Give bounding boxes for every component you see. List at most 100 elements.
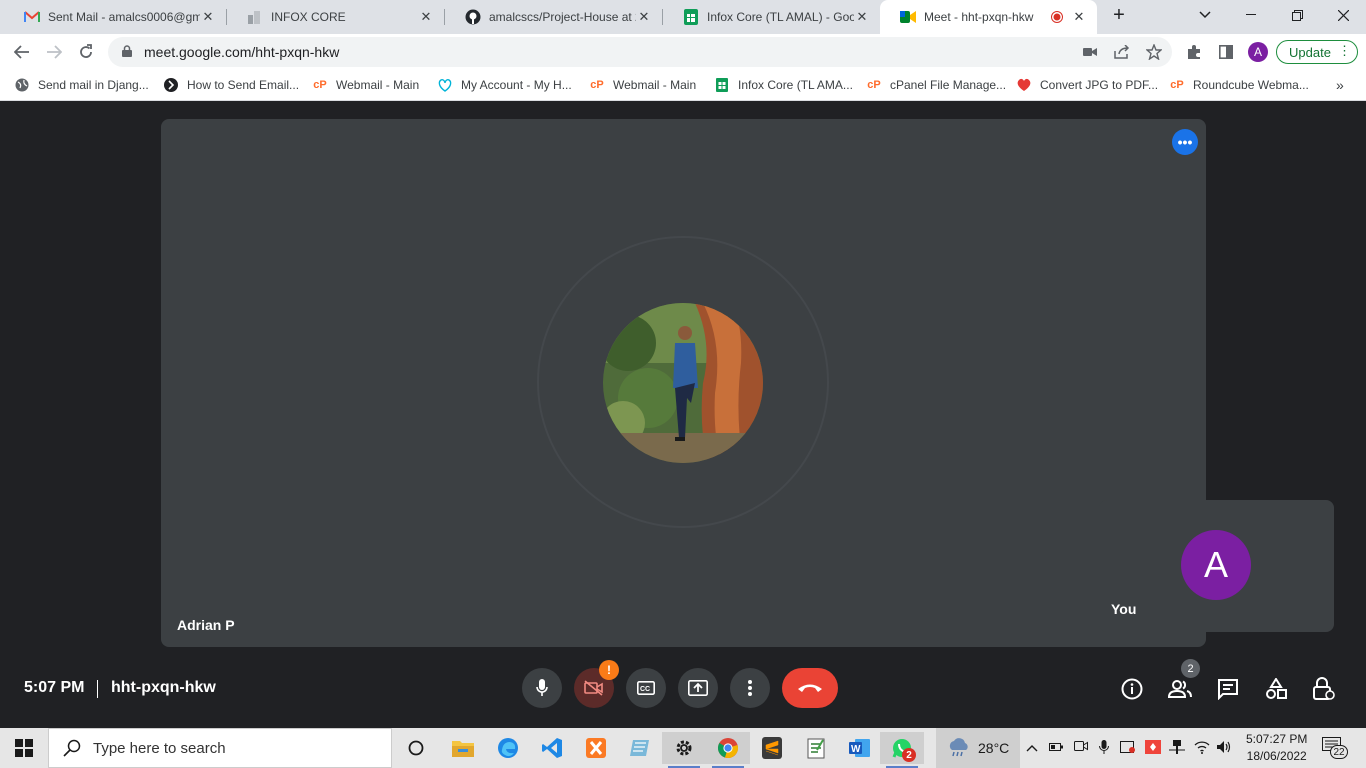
forward-button[interactable] — [42, 40, 66, 64]
weather-temp: 28°C — [978, 740, 1010, 756]
participant-avatar — [603, 303, 763, 463]
heart-icon — [1016, 77, 1032, 93]
edge-browser-icon[interactable] — [486, 732, 530, 764]
notepad-icon[interactable] — [794, 732, 838, 764]
chevron-up-icon[interactable] — [1026, 740, 1038, 755]
whatsapp-icon[interactable]: 2 — [880, 732, 924, 768]
share-icon[interactable] — [1112, 42, 1132, 62]
present-screen-button[interactable] — [678, 668, 718, 708]
more-options-button[interactable] — [730, 668, 770, 708]
reload-button[interactable] — [74, 40, 98, 64]
tab-title: Meet - hht-pxqn-hkw — [924, 10, 1034, 24]
meeting-details-icon[interactable] — [1118, 675, 1146, 703]
bookmark-item[interactable]: cP Webmail - Main — [312, 76, 419, 94]
screen-record-icon[interactable] — [1120, 740, 1136, 757]
xampp-icon[interactable] — [574, 732, 618, 764]
word-icon[interactable]: W — [838, 732, 882, 764]
gear-icon — [676, 740, 692, 756]
lock-icon — [122, 44, 134, 60]
close-icon[interactable]: ✕ — [1071, 9, 1087, 25]
update-button[interactable]: Update ⋮ — [1276, 40, 1358, 64]
network-cable-icon[interactable] — [1169, 740, 1185, 757]
tab-sheets[interactable]: Infox Core (TL AMAL) - Goog ✕ — [663, 0, 880, 34]
clock-date: 18/06/2022 — [1246, 749, 1307, 763]
bookmark-item[interactable]: My Account - My H... — [437, 76, 572, 94]
more-options-icon[interactable]: ••• — [1172, 129, 1198, 155]
tab-gmail[interactable]: Sent Mail - amalcs0006@gm ✕ — [4, 0, 226, 34]
close-icon[interactable]: ✕ — [200, 9, 216, 25]
host-controls-icon[interactable] — [1310, 675, 1338, 703]
file-explorer-icon[interactable] — [441, 732, 485, 764]
anydesk-icon[interactable] — [1145, 740, 1161, 757]
close-icon[interactable]: ✕ — [636, 9, 652, 25]
tab-infox-core[interactable]: INFOX CORE ✕ — [227, 0, 444, 34]
arrow-left-icon — [14, 45, 29, 59]
microphone-button[interactable] — [522, 668, 562, 708]
tab-meet[interactable]: Meet - hht-pxqn-hkw ✕ — [880, 0, 1097, 34]
captions-button[interactable]: CC — [626, 668, 666, 708]
start-button[interactable] — [0, 728, 48, 768]
close-icon[interactable]: ✕ — [418, 9, 434, 25]
bookmark-item[interactable]: Convert JPG to PDF... — [1016, 76, 1158, 94]
windows-logo-icon — [15, 739, 33, 757]
camera-icon[interactable] — [1080, 42, 1100, 62]
more-vert-icon: ⋮ — [1338, 43, 1351, 58]
vscode-icon[interactable] — [530, 732, 574, 764]
close-icon[interactable]: ✕ — [854, 9, 870, 25]
arrow-right-icon — [47, 45, 62, 59]
self-name: You — [1111, 601, 1137, 617]
new-tab-button[interactable]: + — [1096, 0, 1142, 30]
bookmark-item[interactable]: Infox Core (TL AMA... — [714, 76, 853, 94]
bookmark-item[interactable]: Send mail in Djang... — [14, 76, 149, 94]
leave-call-button[interactable] — [782, 668, 838, 708]
page-icon — [247, 9, 263, 25]
tab-title: INFOX CORE — [271, 10, 346, 24]
hostinger-icon — [437, 77, 453, 93]
system-clock[interactable]: 5:07:27 PM 18/06/2022 — [1246, 731, 1307, 765]
chrome-icon[interactable] — [706, 732, 750, 768]
globe-icon — [14, 77, 30, 93]
notification-badge: 2 — [902, 748, 916, 762]
address-bar[interactable]: meet.google.com/hht-pxqn-hkw — [108, 37, 1172, 67]
bookmarks-bar: Send mail in Djang... How to Send Email.… — [0, 70, 1366, 101]
participant-tile[interactable]: ••• Adrian P — [161, 119, 1206, 647]
minimize-button[interactable] — [1228, 0, 1274, 30]
back-button[interactable] — [10, 40, 34, 64]
bookmark-item[interactable]: cP Roundcube Webma... — [1169, 76, 1309, 94]
bookmark-item[interactable]: cP Webmail - Main — [589, 76, 696, 94]
browser-toolbar: meet.google.com/hht-pxqn-hkw A — [0, 34, 1366, 70]
update-label: Update — [1289, 44, 1331, 60]
tab-search-button[interactable] — [1182, 0, 1228, 30]
notes-app-icon[interactable] — [618, 732, 662, 764]
side-panel-icon[interactable] — [1216, 42, 1236, 62]
extensions-icon[interactable] — [1184, 42, 1204, 62]
meet-indicator-icon[interactable] — [1074, 740, 1088, 755]
weather-widget[interactable]: 28°C — [936, 728, 1020, 768]
tab-github[interactable]: amalcscs/Project-House at 2( ✕ — [445, 0, 662, 34]
people-count-badge: 2 — [1181, 659, 1200, 678]
bookmark-item[interactable]: How to Send Email... — [163, 76, 299, 94]
chevron-down-icon — [1199, 11, 1211, 19]
restore-button[interactable] — [1274, 0, 1320, 30]
self-view-tile[interactable]: A You — [1099, 500, 1334, 632]
volume-icon[interactable] — [1216, 740, 1232, 757]
more-bookmarks-icon[interactable]: » — [1336, 76, 1344, 94]
sublime-text-icon[interactable] — [750, 732, 794, 764]
chat-icon[interactable] — [1214, 675, 1242, 703]
meeting-clock: 5:07 PM — [24, 679, 85, 696]
bookmark-item[interactable]: cP cPanel File Manage... — [866, 76, 1006, 94]
cpanel-icon: cP — [867, 79, 881, 91]
taskbar-search[interactable]: Type here to search — [48, 728, 392, 768]
microphone-tray-icon[interactable] — [1099, 740, 1109, 757]
reload-icon — [80, 44, 92, 58]
battery-icon[interactable] — [1049, 740, 1063, 755]
settings-app-icon[interactable] — [662, 732, 706, 768]
close-window-button[interactable] — [1320, 0, 1366, 30]
wifi-icon[interactable] — [1194, 740, 1210, 757]
profile-avatar[interactable]: A — [1248, 42, 1268, 62]
bookmark-star-icon[interactable] — [1144, 42, 1164, 62]
cortana-icon[interactable] — [394, 732, 438, 764]
people-icon[interactable] — [1166, 675, 1194, 703]
notification-center[interactable]: 22 — [1322, 737, 1350, 759]
activities-icon[interactable] — [1262, 675, 1290, 703]
